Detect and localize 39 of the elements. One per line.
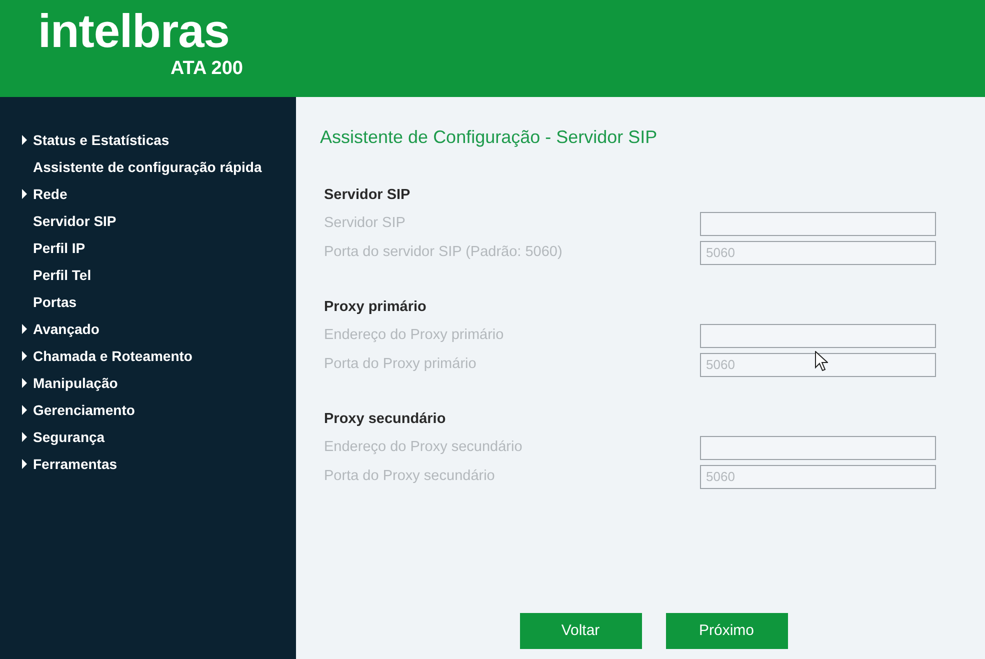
sidebar-item[interactable]: Chamada e Roteamento [20, 343, 192, 370]
field-label: Porta do Proxy secundário [324, 466, 496, 486]
caret-icon [22, 324, 27, 334]
caret-icon [22, 351, 27, 361]
sidebar-item[interactable]: Avançado [20, 316, 100, 343]
input-field[interactable] [700, 324, 936, 348]
caret-icon [22, 135, 27, 145]
back-button[interactable]: Voltar [520, 613, 642, 649]
caret-icon [22, 189, 27, 199]
caret-icon [22, 432, 27, 442]
input-field[interactable] [700, 212, 936, 236]
section-heading: Servidor SIP [324, 186, 412, 205]
next-button[interactable]: Próximo [666, 613, 788, 649]
sidebar-item[interactable]: Perfil IP [20, 235, 86, 262]
sidebar-item[interactable]: Status e Estatísticas [20, 127, 170, 154]
sidebar-item[interactable]: Gerenciamento [20, 397, 135, 424]
sidebar-item[interactable]: Servidor SIP [20, 208, 116, 235]
section-heading: Proxy primário [324, 298, 428, 317]
field-label: Porta do Proxy primário [324, 354, 478, 374]
field-label: Endereço do Proxy primário [324, 326, 505, 345]
input-field[interactable] [700, 436, 936, 460]
page-title: Assistente de Configuração - Servidor SIP [320, 126, 658, 149]
sidebar-item[interactable]: Ferramentas [20, 451, 118, 478]
field-label: Endereço do Proxy secundário [324, 438, 524, 457]
caret-icon [22, 459, 27, 469]
sidebar-item[interactable]: Rede [20, 181, 68, 208]
sidebar-item[interactable]: Assistente de configuração rápida [20, 154, 262, 181]
logo-text: intelbras [38, 8, 230, 54]
mouse-pointer-icon [815, 351, 828, 371]
sidebar-item[interactable]: Segurança [20, 424, 105, 451]
field-label: Porta do servidor SIP (Padrão: 5060) [324, 242, 564, 262]
field-label: Servidor SIP [324, 214, 406, 233]
sidebar-item[interactable]: Portas [20, 289, 77, 316]
section-heading: Proxy secundário [324, 410, 447, 429]
caret-icon [22, 378, 27, 388]
sidebar-item[interactable]: Manipulação [20, 370, 118, 397]
caret-icon [22, 405, 27, 415]
sidebar-item[interactable]: Perfil Tel [20, 262, 92, 289]
model-name: ATA 200 [169, 58, 243, 80]
